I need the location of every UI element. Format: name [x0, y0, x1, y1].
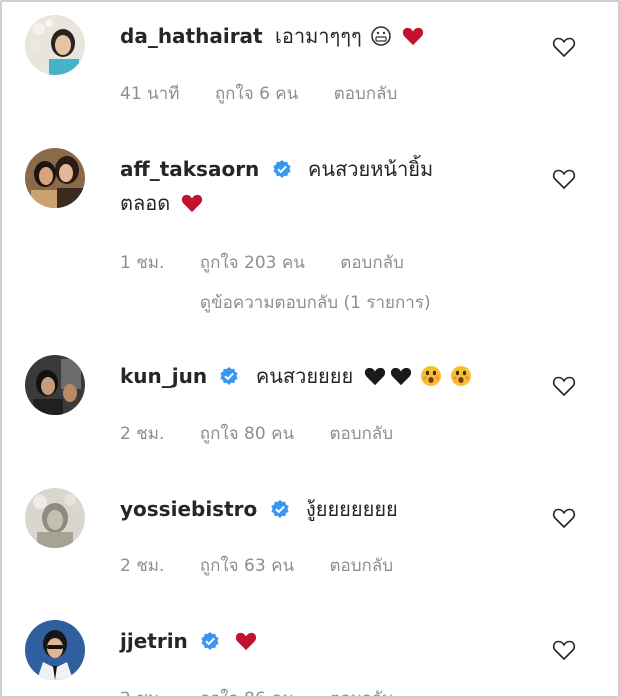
- comment-line: yossiebistro งู้ยยยยยยย: [120, 492, 540, 526]
- verified-badge-icon: [219, 366, 239, 386]
- astonished-face-emoji: [420, 365, 442, 387]
- comment-time: 1 ชม.: [120, 253, 165, 273]
- comment-likes[interactable]: ถูกใจ 86 คน: [200, 685, 294, 696]
- comment-likes[interactable]: ถูกใจ 6 คน: [215, 80, 298, 107]
- avatar[interactable]: [25, 620, 85, 680]
- comment-time: 2 ชม.: [120, 685, 164, 696]
- reply-button[interactable]: ตอบกลับ: [334, 80, 398, 107]
- comment-text-continued: ตลอด: [120, 191, 171, 215]
- comment-time: 41 นาที: [120, 84, 180, 104]
- comment-likes[interactable]: ถูกใจ 203 คน: [200, 249, 305, 276]
- avatar[interactable]: [25, 15, 85, 75]
- reply-button[interactable]: ตอบกลับ: [340, 249, 404, 276]
- reply-button[interactable]: ตอบกลับ: [329, 420, 393, 447]
- heart-outline-icon[interactable]: [552, 507, 576, 529]
- comment-meta: 2 ชม. ถูกใจ 80 คน ตอบกลับ: [120, 420, 423, 447]
- heart-outline-icon[interactable]: [552, 168, 576, 190]
- comment-line: kun_jun คนสวยยยย: [120, 359, 540, 393]
- view-replies-link[interactable]: ดูข้อความตอบกลับ (1 รายการ): [200, 289, 431, 316]
- reply-button[interactable]: ตอบกลับ: [329, 552, 393, 579]
- red-heart-emoji: [235, 631, 257, 651]
- heart-outline-icon[interactable]: [552, 375, 576, 397]
- comment-meta: 2 ชม. ถูกใจ 63 คน ตอบกลับ: [120, 552, 423, 579]
- username[interactable]: yossiebistro: [120, 497, 257, 521]
- heart-outline-icon[interactable]: [552, 639, 576, 661]
- comment-line: aff_taksaorn คนสวยหน้ายิ้ม ตลอด: [120, 152, 540, 220]
- verified-badge-icon: [200, 631, 220, 651]
- comment-line: da_hathairat เอามาๆๆๆ: [120, 19, 540, 53]
- comment-text: เอามาๆๆๆ: [274, 24, 362, 48]
- reply-button[interactable]: ตอบกลับ: [329, 685, 393, 696]
- black-heart-emoji: [364, 366, 386, 386]
- comment-time: 2 ชม.: [120, 424, 165, 444]
- heart-outline-icon[interactable]: [552, 36, 576, 58]
- comments-panel: da_hathairat เอามาๆๆๆ 41 นาที ถูกใจ 6 คน…: [0, 0, 620, 698]
- comment-text: คนสวยยยย: [255, 364, 354, 388]
- username[interactable]: kun_jun: [120, 364, 207, 388]
- verified-badge-icon: [272, 159, 292, 179]
- red-heart-emoji: [402, 26, 424, 46]
- avatar[interactable]: [25, 355, 85, 415]
- comment-meta: 2 ชม. ถูกใจ 86 คน ตอบกลับ: [120, 685, 423, 696]
- verified-badge-icon: [270, 499, 290, 519]
- astonished-face-emoji: [450, 365, 472, 387]
- grimace-face-emoji: [370, 25, 392, 47]
- comment-likes[interactable]: ถูกใจ 80 คน: [200, 420, 294, 447]
- comment-text: คนสวยหน้ายิ้ม: [308, 157, 434, 181]
- comment-text: งู้ยยยยยยย: [305, 497, 398, 521]
- comment-meta: 41 นาที ถูกใจ 6 คน ตอบกลับ: [120, 80, 427, 107]
- username[interactable]: da_hathairat: [120, 24, 263, 48]
- comment-time: 2 ชม.: [120, 556, 165, 576]
- red-heart-emoji: [181, 193, 203, 213]
- comment-line: jjetrin: [120, 624, 540, 658]
- black-heart-emoji: [390, 366, 412, 386]
- username[interactable]: jjetrin: [120, 629, 188, 653]
- comment-likes[interactable]: ถูกใจ 63 คน: [200, 552, 294, 579]
- avatar[interactable]: [25, 488, 85, 548]
- username[interactable]: aff_taksaorn: [120, 157, 259, 181]
- avatar[interactable]: [25, 148, 85, 208]
- comment-meta: 1 ชม. ถูกใจ 203 คน ตอบกลับ: [120, 249, 434, 276]
